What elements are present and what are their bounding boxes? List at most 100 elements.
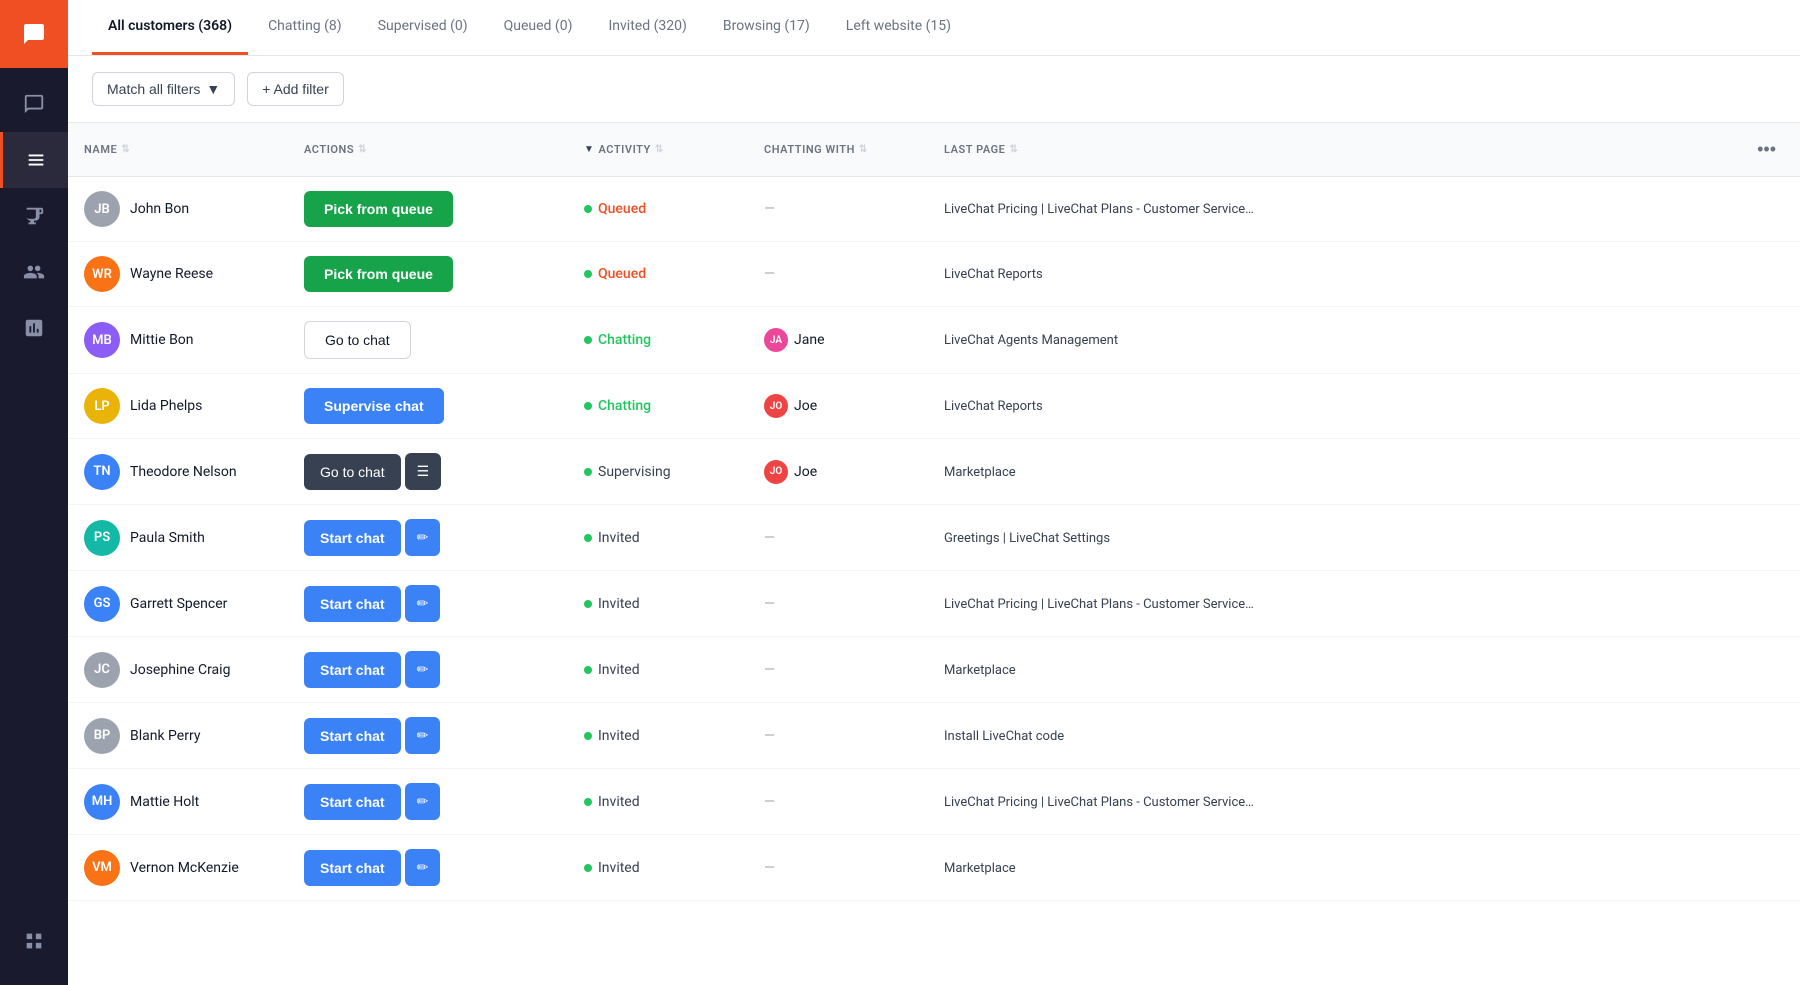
sidebar-item-customers[interactable] xyxy=(0,132,68,188)
sort-icon-chatting[interactable]: ⇅ xyxy=(859,144,868,155)
tab-supervised[interactable]: Supervised (0) xyxy=(362,0,484,55)
status-dot xyxy=(584,732,592,740)
status-label: Chatting xyxy=(598,332,651,348)
activity-cell: Invited xyxy=(568,835,748,901)
customer-name: Mittie Bon xyxy=(130,332,194,348)
col-header-last-page: LAST PAGE ⇅ xyxy=(928,123,1733,177)
chatting-with-cell: — xyxy=(748,637,928,703)
avatar: WR xyxy=(84,256,120,292)
table-row: JB John Bon Pick from queue Queued —Live… xyxy=(68,177,1800,242)
edit-invitation-button[interactable]: ✏ xyxy=(405,783,441,820)
avatar: VM xyxy=(84,850,120,886)
activity-cell: Invited xyxy=(568,637,748,703)
edit-invitation-button[interactable]: ✏ xyxy=(405,585,441,622)
customer-name: Lida Phelps xyxy=(130,398,202,414)
match-filter-dropdown[interactable]: Match all filters ▼ xyxy=(92,72,235,106)
start-chat-button[interactable]: Start chat xyxy=(304,718,401,754)
activity-cell: Invited xyxy=(568,505,748,571)
tab-queued[interactable]: Queued (0) xyxy=(488,0,589,55)
avatar: PS xyxy=(84,520,120,556)
last-page-value: LiveChat Pricing | LiveChat Plans - Cust… xyxy=(944,597,1254,612)
edit-invitation-button[interactable]: ✏ xyxy=(405,651,441,688)
avatar: JC xyxy=(84,652,120,688)
table-row: VM Vernon McKenzie Start chat✏ Invited —… xyxy=(68,835,1800,901)
sidebar-item-analytics[interactable] xyxy=(0,300,68,356)
last-page-value: LiveChat Pricing | LiveChat Plans - Cust… xyxy=(944,795,1254,810)
sidebar-item-apps[interactable] xyxy=(0,913,68,969)
customer-name: Vernon McKenzie xyxy=(130,860,239,876)
status-label: Invited xyxy=(598,596,640,612)
last-page-value: Install LiveChat code xyxy=(944,729,1064,744)
filter-icon-activity[interactable]: ▼ xyxy=(584,144,594,155)
name-cell: VM Vernon McKenzie xyxy=(68,835,288,901)
chat-options-button[interactable]: ☰ xyxy=(405,453,442,490)
chatting-with-cell: — xyxy=(748,242,928,307)
tab-chatting[interactable]: Chatting (8) xyxy=(252,0,358,55)
last-page-cell: LiveChat Pricing | LiveChat Plans - Cust… xyxy=(928,769,1733,835)
sort-icon-activity[interactable]: ⇅ xyxy=(655,144,664,155)
supervise-chat-button[interactable]: Supervise chat xyxy=(304,388,444,424)
sort-icon-last-page[interactable]: ⇅ xyxy=(1009,144,1018,155)
activity-cell: Invited xyxy=(568,769,748,835)
start-chat-button[interactable]: Start chat xyxy=(304,652,401,688)
edit-invitation-button[interactable]: ✏ xyxy=(405,519,441,556)
table-row: WR Wayne Reese Pick from queue Queued —L… xyxy=(68,242,1800,307)
action-cell: Start chat✏ xyxy=(288,637,568,703)
customer-name: John Bon xyxy=(130,201,189,217)
tab-browsing[interactable]: Browsing (17) xyxy=(707,0,826,55)
status-label: Invited xyxy=(598,530,640,546)
go-to-chat-button[interactable]: Go to chat xyxy=(304,321,411,359)
status-dot xyxy=(584,336,592,344)
pick-from-queue-button[interactable]: Pick from queue xyxy=(304,191,453,227)
sort-icon-name[interactable]: ⇅ xyxy=(121,144,130,155)
edit-invitation-button[interactable]: ✏ xyxy=(405,717,441,754)
avatar: MB xyxy=(84,322,120,358)
action-cell: Start chat✏ xyxy=(288,505,568,571)
pick-from-queue-button[interactable]: Pick from queue xyxy=(304,256,453,292)
start-chat-button[interactable]: Start chat xyxy=(304,784,401,820)
name-cell: GS Garrett Spencer xyxy=(68,571,288,637)
action-cell: Pick from queue xyxy=(288,242,568,307)
sidebar-item-reports[interactable] xyxy=(0,188,68,244)
last-page-value: Greetings | LiveChat Settings xyxy=(944,531,1110,546)
add-filter-button[interactable]: + Add filter xyxy=(247,72,344,106)
status-dot xyxy=(584,534,592,542)
column-options-button[interactable]: ••• xyxy=(1749,135,1784,164)
name-cell: BP Blank Perry xyxy=(68,703,288,769)
table-body: JB John Bon Pick from queue Queued —Live… xyxy=(68,177,1800,901)
status-label: Chatting xyxy=(598,398,651,414)
last-page-cell: LiveChat Agents Management xyxy=(928,307,1733,374)
edit-invitation-button[interactable]: ✏ xyxy=(405,849,441,886)
tab-all-customers[interactable]: All customers (368) xyxy=(92,0,248,55)
activity-cell: Chatting xyxy=(568,307,748,374)
last-page-value: Marketplace xyxy=(944,663,1016,678)
agent-avatar: JO xyxy=(764,460,788,484)
logo[interactable] xyxy=(0,0,68,68)
start-chat-button[interactable]: Start chat xyxy=(304,586,401,622)
start-chat-button[interactable]: Start chat xyxy=(304,850,401,886)
sidebar-item-team[interactable] xyxy=(0,244,68,300)
name-cell: WR Wayne Reese xyxy=(68,242,288,307)
action-cell: Start chat✏ xyxy=(288,571,568,637)
avatar: BP xyxy=(84,718,120,754)
tab-invited[interactable]: Invited (320) xyxy=(592,0,702,55)
go-to-chat-button[interactable]: Go to chat xyxy=(304,454,401,490)
action-cell: Go to chat☰ xyxy=(288,439,568,505)
customer-name: Garrett Spencer xyxy=(130,596,227,612)
customer-name: Theodore Nelson xyxy=(130,464,237,480)
sidebar-item-chat[interactable] xyxy=(0,76,68,132)
sort-icon-actions[interactable]: ⇅ xyxy=(358,144,367,155)
avatar: GS xyxy=(84,586,120,622)
start-chat-button[interactable]: Start chat xyxy=(304,520,401,556)
activity-cell: Chatting xyxy=(568,374,748,439)
last-page-value: LiveChat Reports xyxy=(944,399,1043,414)
name-cell: MH Mattie Holt xyxy=(68,769,288,835)
chatting-with-cell: — xyxy=(748,505,928,571)
action-cell: Start chat✏ xyxy=(288,835,568,901)
status-dot xyxy=(584,205,592,213)
last-page-cell: LiveChat Reports xyxy=(928,374,1733,439)
agent-avatar: JO xyxy=(764,394,788,418)
avatar: JB xyxy=(84,191,120,227)
tab-left-website[interactable]: Left website (15) xyxy=(830,0,967,55)
action-cell: Start chat✏ xyxy=(288,769,568,835)
